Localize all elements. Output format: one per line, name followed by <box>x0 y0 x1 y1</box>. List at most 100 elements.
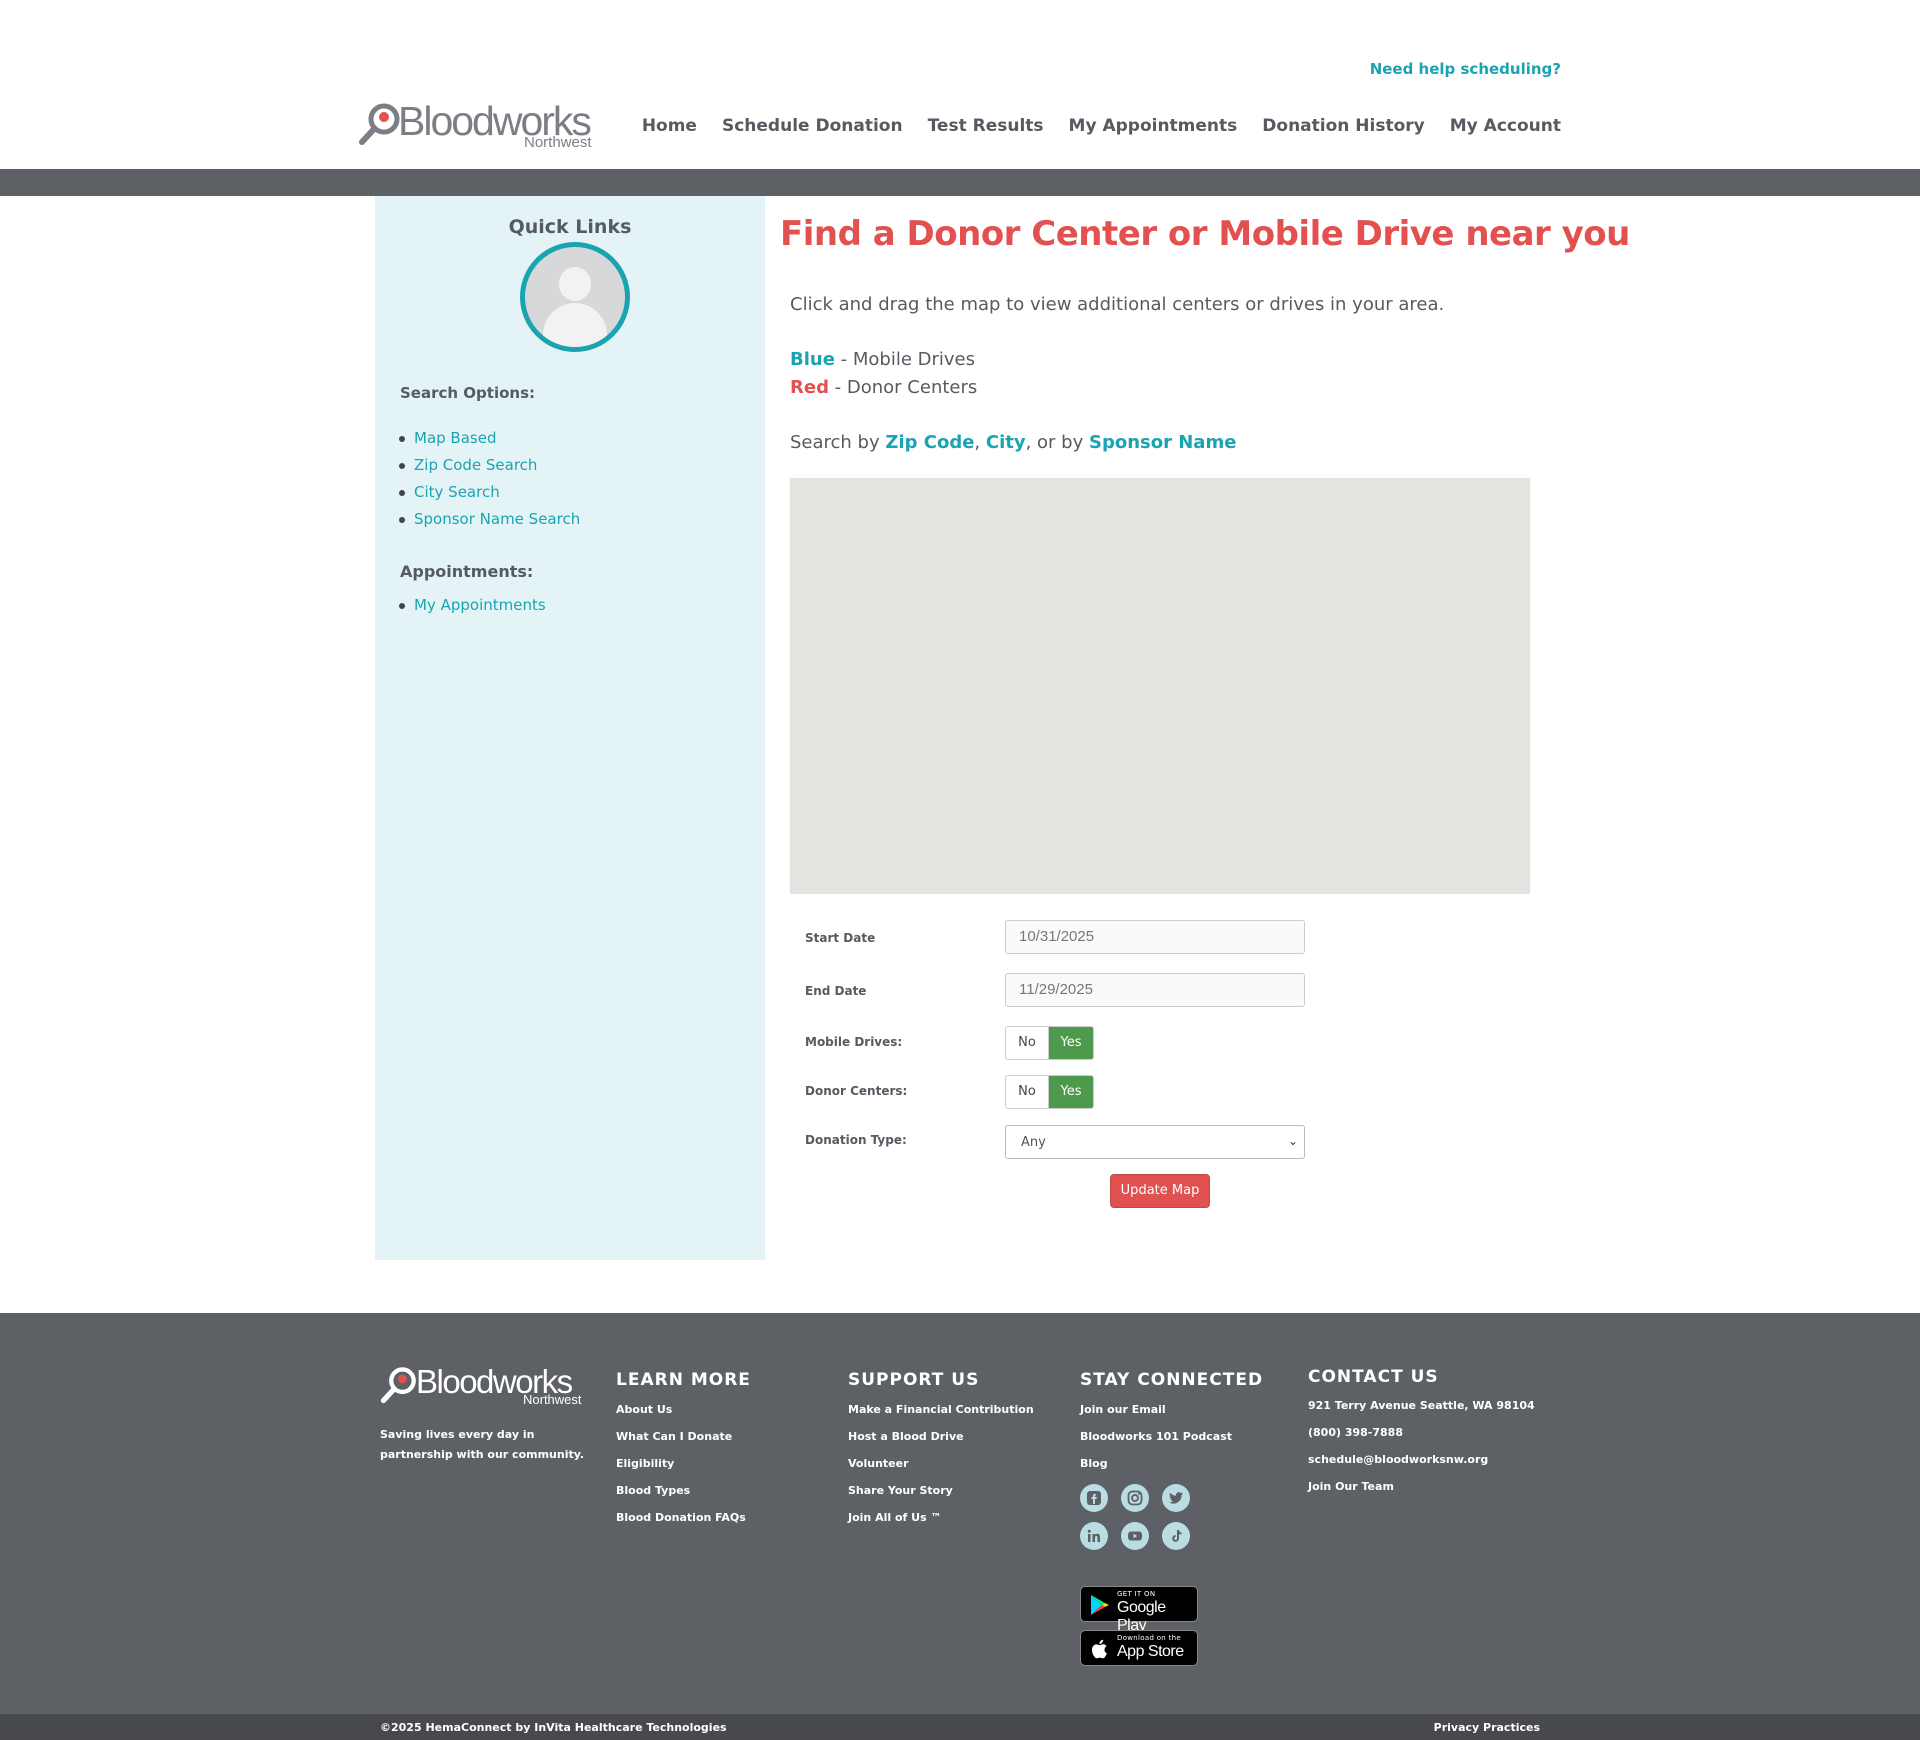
google-play-small-text: GET IT ON <box>1117 1590 1156 1598</box>
bloodworks-logo[interactable]: Bloodworks Northwest <box>358 98 603 154</box>
app-store-small-text: Download on the <box>1117 1634 1181 1642</box>
main-nav: Home Schedule Donation Test Results My A… <box>617 116 1561 136</box>
twitter-icon[interactable] <box>1162 1484 1190 1512</box>
footer-link-volunteer[interactable]: Volunteer <box>848 1456 1034 1483</box>
end-date-field[interactable]: 11/29/2025 <box>1005 973 1305 1007</box>
copyright-bar: ©2025 HemaConnect by InVita Healthcare T… <box>0 1714 1920 1740</box>
app-store-badge[interactable]: Download on the App Store <box>1080 1630 1198 1666</box>
start-date-field[interactable]: 10/31/2025 <box>1005 920 1305 954</box>
footer-magnifier-logo-icon <box>380 1367 416 1404</box>
sidebar-item-map-based[interactable]: Map Based <box>398 425 580 452</box>
mobile-drives-no-button[interactable]: No <box>1006 1027 1049 1059</box>
footer-link-join-email[interactable]: Join our Email <box>1080 1402 1232 1429</box>
sponsor-name-link[interactable]: Sponsor Name <box>1089 432 1236 453</box>
legend-blue-text: - Mobile Drives <box>834 349 975 370</box>
nav-test-results[interactable]: Test Results <box>928 116 1044 136</box>
search-prefix: Search by <box>790 432 886 453</box>
nav-donation-history[interactable]: Donation History <box>1262 116 1424 136</box>
city-link[interactable]: City <box>986 432 1026 453</box>
support-us-heading: SUPPORT US <box>848 1370 980 1390</box>
footer-link-faqs[interactable]: Blood Donation FAQs <box>616 1510 746 1537</box>
donation-type-select[interactable]: Any ⌄ <box>1005 1125 1305 1159</box>
appointments-list: My Appointments <box>399 592 546 619</box>
search-comma: , <box>974 432 986 453</box>
legend-blue: Blue - Mobile Drives <box>790 349 975 370</box>
app-store-big-text: App Store <box>1117 1643 1184 1660</box>
nav-my-appointments[interactable]: My Appointments <box>1069 116 1238 136</box>
quick-links-title: Quick Links <box>508 216 632 238</box>
footer-logo-subtitle: Northwest <box>523 1392 582 1407</box>
quick-links-sidebar: Quick Links Search Options: Map Based Zi… <box>375 196 765 1260</box>
footer-link-podcast[interactable]: Bloodworks 101 Podcast <box>1080 1429 1232 1456</box>
contact-us-list: 921 Terry Avenue Seattle, WA 98104 (800)… <box>1308 1398 1535 1506</box>
social-row-2 <box>1080 1522 1200 1550</box>
donation-type-label: Donation Type: <box>805 1133 907 1147</box>
nav-my-account[interactable]: My Account <box>1450 116 1561 136</box>
page-title: Find a Donor Center or Mobile Drive near… <box>780 214 1630 254</box>
site-header: Need help scheduling? Bloodworks Northwe… <box>0 0 1920 169</box>
nav-schedule-donation[interactable]: Schedule Donation <box>722 116 903 136</box>
legend-red-text: - Donor Centers <box>828 377 978 398</box>
linkedin-icon[interactable] <box>1080 1522 1108 1550</box>
sidebar-item-sponsor-name-search[interactable]: Sponsor Name Search <box>398 506 580 533</box>
nav-home[interactable]: Home <box>642 116 697 136</box>
learn-more-heading: LEARN MORE <box>616 1370 751 1390</box>
sidebar-item-my-appointments[interactable]: My Appointments <box>399 592 546 619</box>
social-row-1 <box>1080 1484 1200 1512</box>
youtube-icon[interactable] <box>1121 1522 1149 1550</box>
site-footer: Bloodworks Northwest Saving lives every … <box>0 1313 1920 1714</box>
appointments-heading: Appointments: <box>400 562 534 581</box>
sidebar-item-city-search[interactable]: City Search <box>398 479 580 506</box>
legend-blue-word: Blue <box>790 349 835 370</box>
search-or: , or by <box>1025 432 1089 453</box>
avatar <box>520 242 630 352</box>
facebook-icon[interactable] <box>1080 1484 1108 1512</box>
stay-connected-list: Join our Email Bloodworks 101 Podcast Bl… <box>1080 1402 1232 1483</box>
avatar-body-shape <box>543 303 607 347</box>
footer-link-share-your-story[interactable]: Share Your Story <box>848 1483 1034 1510</box>
end-date-label: End Date <box>805 984 867 998</box>
search-options-heading: Search Options: <box>400 384 535 402</box>
header-divider-band <box>0 169 1920 196</box>
footer-link-blog[interactable]: Blog <box>1080 1456 1232 1483</box>
sidebar-item-zip-code-search[interactable]: Zip Code Search <box>398 452 580 479</box>
footer-link-host-blood-drive[interactable]: Host a Blood Drive <box>848 1429 1034 1456</box>
logo-subtitle: Northwest <box>524 134 592 151</box>
footer-link-join-all-of-us[interactable]: Join All of Us ™ <box>848 1510 1034 1537</box>
footer-logo[interactable]: Bloodworks Northwest <box>380 1363 590 1413</box>
mobile-drives-yes-button[interactable]: Yes <box>1049 1027 1093 1059</box>
contact-us-heading: CONTACT US <box>1308 1367 1439 1387</box>
need-help-link[interactable]: Need help scheduling? <box>1300 60 1561 78</box>
privacy-practices-link[interactable]: Privacy Practices <box>1434 1721 1540 1734</box>
google-play-icon <box>1091 1595 1109 1615</box>
mobile-drives-label: Mobile Drives: <box>805 1035 903 1049</box>
map-instruction: Click and drag the map to view additiona… <box>790 294 1445 315</box>
footer-address: 921 Terry Avenue Seattle, WA 98104 <box>1308 1399 1535 1412</box>
legend-red-word: Red <box>790 377 829 398</box>
footer-email[interactable]: schedule@bloodworksnw.org <box>1308 1452 1535 1479</box>
footer-link-financial-contribution[interactable]: Make a Financial Contribution <box>848 1402 1034 1429</box>
apple-icon <box>1091 1639 1107 1659</box>
zip-code-link[interactable]: Zip Code <box>885 432 974 453</box>
chevron-down-icon: ⌄ <box>1287 1134 1298 1148</box>
footer-link-blood-types[interactable]: Blood Types <box>616 1483 746 1510</box>
tiktok-icon[interactable] <box>1162 1522 1190 1550</box>
google-play-badge[interactable]: GET IT ON Google Play <box>1080 1586 1198 1634</box>
footer-link-what-can-i-donate[interactable]: What Can I Donate <box>616 1429 746 1456</box>
mobile-drives-toggle: No Yes <box>1005 1026 1094 1060</box>
donor-centers-no-button[interactable]: No <box>1006 1076 1049 1108</box>
search-options-list: Map Based Zip Code Search City Search Sp… <box>398 425 580 533</box>
footer-tagline: Saving lives every day in partnership wi… <box>380 1428 585 1461</box>
learn-more-list: About Us What Can I Donate Eligibility B… <box>616 1402 746 1537</box>
donor-centers-toggle: No Yes <box>1005 1075 1094 1109</box>
footer-link-about-us[interactable]: About Us <box>616 1402 746 1429</box>
map-canvas[interactable] <box>790 478 1530 894</box>
instagram-icon[interactable] <box>1121 1484 1149 1512</box>
footer-link-eligibility[interactable]: Eligibility <box>616 1456 746 1483</box>
donor-centers-yes-button[interactable]: Yes <box>1049 1076 1093 1108</box>
footer-link-join-our-team[interactable]: Join Our Team <box>1308 1479 1535 1506</box>
copyright-text: ©2025 HemaConnect by InVita Healthcare T… <box>380 1721 727 1734</box>
search-by-line: Search by Zip Code, City, or by Sponsor … <box>790 432 1236 453</box>
footer-phone[interactable]: (800) 398-7888 <box>1308 1425 1535 1452</box>
update-map-button[interactable]: Update Map <box>1110 1174 1210 1208</box>
